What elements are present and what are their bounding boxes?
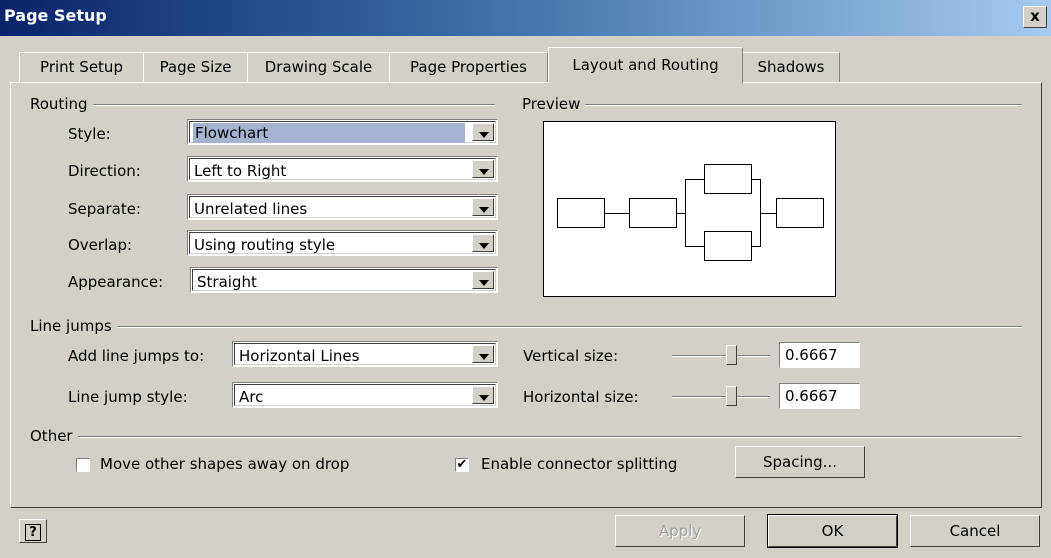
title-bar: Page Setup x [0,0,1051,36]
preview-group-line [524,104,1022,106]
direction-value: Left to Right [194,162,287,180]
cancel-button-label: Cancel [949,522,1001,540]
chevron-down-icon[interactable] [472,386,494,404]
preview-shape [704,164,752,194]
preview-shape [557,198,605,228]
horizontal-size-label: Horizontal size: [523,388,639,406]
checkmark-icon: ✔ [456,457,468,472]
line-jump-style-value: Arc [239,388,264,406]
chevron-down-icon[interactable] [472,160,494,178]
chevron-down-icon[interactable] [472,198,494,216]
add-line-jumps-label: Add line jumps to: [68,347,205,365]
tab-label: Print Setup [40,58,123,76]
preview-header: Preview [522,95,586,113]
close-button[interactable]: x [1023,6,1047,28]
separate-value: Unrelated lines [194,200,308,218]
horizontal-size-value: 0.6667 [785,387,838,405]
ok-button[interactable]: OK [767,514,898,548]
line-jumps-header: Line jumps [30,317,117,335]
separate-label: Separate: [68,200,141,218]
move-shapes-label: Move other shapes away on drop [100,455,350,473]
apply-button[interactable]: Apply [615,515,745,547]
tab-layout-and-routing[interactable]: Layout and Routing [548,47,743,83]
tab-label: Page Properties [410,58,527,76]
appearance-label: Appearance: [68,273,164,291]
line-jumps-group-line [35,326,1022,328]
direction-label: Direction: [68,162,141,180]
style-label: Style: [68,125,111,143]
horizontal-size-input[interactable]: 0.6667 [779,383,860,409]
appearance-value: Straight [197,273,257,291]
overlap-label: Overlap: [68,236,133,254]
chevron-down-icon[interactable] [472,271,494,289]
preview-shape [629,198,677,228]
spacing-button-label: Spacing... [763,453,837,471]
vertical-size-label: Vertical size: [523,347,619,365]
tab-shadows[interactable]: Shadows [742,52,840,82]
add-line-jumps-dropdown[interactable]: Horizontal Lines [232,341,498,367]
chevron-down-icon[interactable] [472,234,494,252]
connector-splitting-checkbox[interactable]: ✔ [455,458,469,472]
separate-dropdown[interactable]: Unrelated lines [187,194,498,220]
spacing-button[interactable]: Spacing... [735,446,865,478]
tab-label: Drawing Scale [264,58,373,76]
vertical-size-input[interactable]: 0.6667 [779,342,860,368]
preview-connector [685,179,686,247]
preview-connector [677,213,685,214]
vertical-size-slider[interactable] [672,355,770,357]
line-jump-style-label: Line jump style: [68,388,188,406]
chevron-down-icon[interactable] [472,345,494,363]
preview-connector [760,213,776,214]
tab-panel [10,82,1042,508]
tab-label: Page Size [159,58,232,76]
routing-preview [543,121,836,297]
preview-shape [776,198,824,228]
tab-print-setup[interactable]: Print Setup [19,52,144,82]
vertical-size-value: 0.6667 [785,346,838,364]
tab-page-properties[interactable]: Page Properties [389,52,548,82]
appearance-dropdown[interactable]: Straight [190,267,498,293]
chevron-down-icon[interactable] [472,123,494,141]
tab-drawing-scale[interactable]: Drawing Scale [247,52,390,82]
help-icon: ? [25,524,41,541]
routing-group-line [35,104,495,106]
other-group-line [35,436,1022,438]
tab-label: Shadows [757,58,825,76]
close-icon: x [1030,7,1040,25]
style-value: Flowchart [193,123,465,143]
add-line-jumps-value: Horizontal Lines [239,347,360,365]
overlap-dropdown[interactable]: Using routing style [187,230,498,256]
help-button[interactable]: ? [19,519,47,543]
move-shapes-checkbox[interactable] [76,458,90,472]
style-dropdown[interactable]: Flowchart [187,119,498,145]
other-header: Other [30,427,78,445]
ok-button-label: OK [821,522,844,540]
overlap-value: Using routing style [194,236,336,254]
routing-header: Routing [30,95,93,113]
preview-shape [704,231,752,261]
tab-label: Layout and Routing [572,56,719,74]
preview-connector [685,179,704,180]
horizontal-size-slider-thumb[interactable] [726,386,737,406]
preview-connector [605,213,629,214]
tab-page-size[interactable]: Page Size [143,52,248,82]
vertical-size-slider-thumb[interactable] [726,345,737,365]
window-title: Page Setup [4,6,107,25]
horizontal-size-slider[interactable] [672,396,770,398]
direction-dropdown[interactable]: Left to Right [187,156,498,182]
connector-splitting-label: Enable connector splitting [481,455,678,473]
cancel-button[interactable]: Cancel [910,515,1040,547]
apply-button-label: Apply [658,522,702,540]
preview-connector [685,246,704,247]
line-jump-style-dropdown[interactable]: Arc [232,382,498,408]
